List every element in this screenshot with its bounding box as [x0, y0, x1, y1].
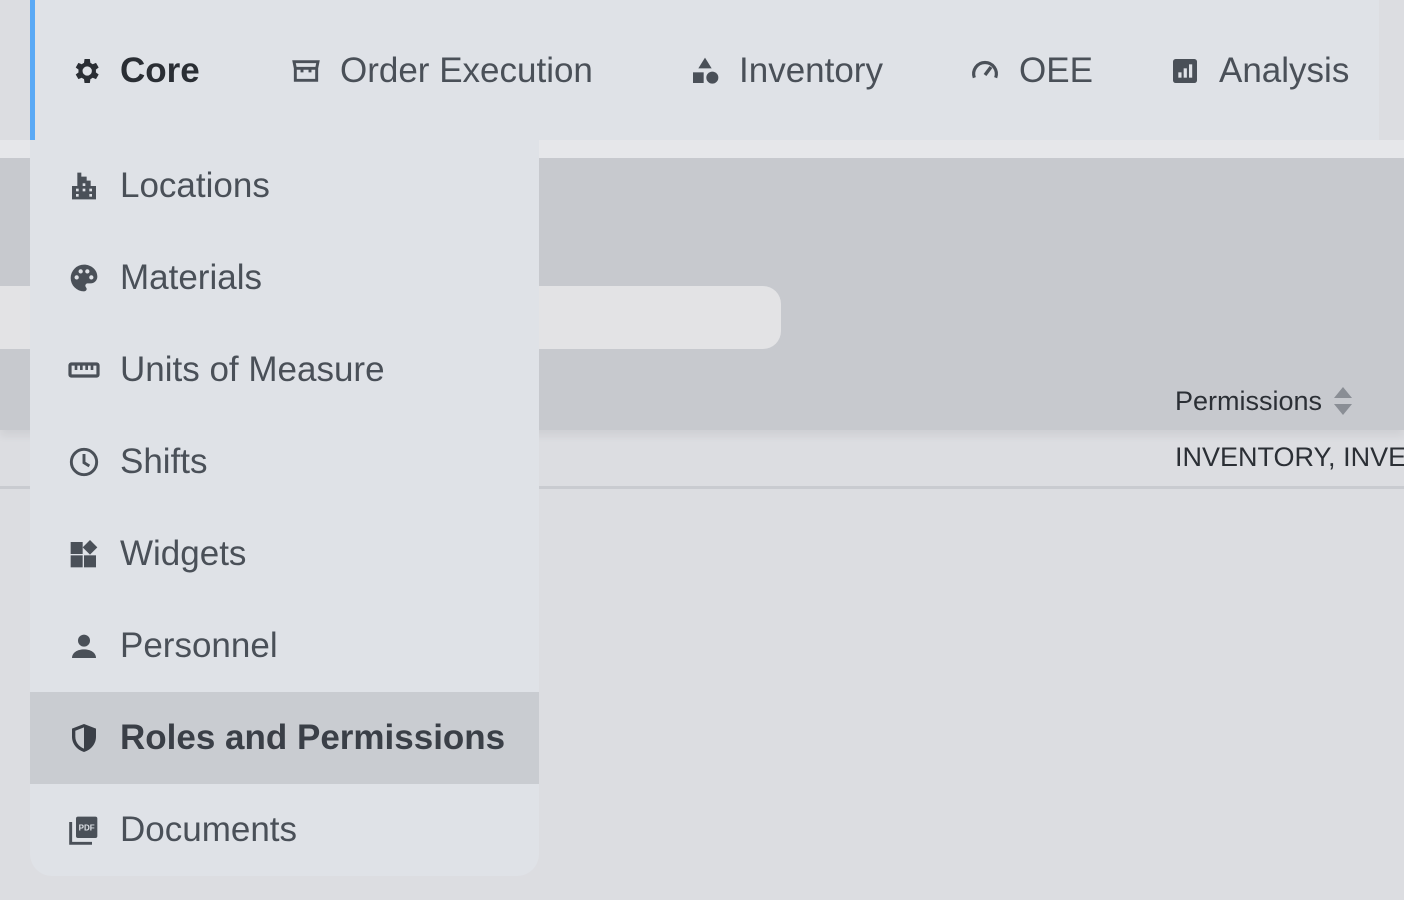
menu-item-shifts[interactable]: Shifts — [30, 416, 539, 508]
column-header-label: Permissions — [1175, 385, 1323, 416]
nav-tab-analysis[interactable]: Analysis — [1169, 44, 1349, 98]
menu-item-roles-and-permissions[interactable]: Roles and Permissions — [30, 692, 539, 784]
menu-item-label: Roles and Permissions — [120, 718, 506, 757]
palette-icon — [68, 262, 100, 294]
menu-item-label: Locations — [120, 166, 270, 205]
nav-tab-label: Analysis — [1219, 51, 1350, 90]
gear-icon — [70, 55, 102, 87]
nav-tab-label: OEE — [1019, 51, 1093, 90]
nav-tab-label: Order Execution — [340, 51, 593, 90]
speedometer-icon — [969, 55, 1001, 87]
permissions-cell: INVENTORY, INVENTORY — [1175, 442, 1404, 472]
menu-item-materials[interactable]: Materials — [30, 232, 539, 324]
ruler-icon — [68, 354, 100, 386]
nav-tab-oee[interactable]: OEE — [969, 44, 1093, 98]
menu-item-label: Widgets — [120, 534, 247, 573]
core-dropdown-menu: Locations Materials Units of Measure Shi… — [30, 140, 539, 876]
menu-item-label: Materials — [120, 258, 262, 297]
column-header-permissions[interactable]: Permissions — [1175, 383, 1354, 419]
storefront-icon — [290, 55, 322, 87]
menu-item-label: Shifts — [120, 442, 208, 481]
shapes-icon — [689, 55, 721, 87]
svg-text:PDF: PDF — [79, 824, 95, 833]
menu-item-personnel[interactable]: Personnel — [30, 600, 539, 692]
person-icon — [68, 630, 100, 662]
nav-tab-inventory[interactable]: Inventory — [689, 44, 883, 98]
menu-item-label: Units of Measure — [120, 350, 385, 389]
buildings-icon — [68, 170, 100, 202]
menu-item-widgets[interactable]: Widgets — [30, 508, 539, 600]
active-accent-bar — [30, 0, 35, 140]
menu-item-locations[interactable]: Locations — [30, 140, 539, 232]
nav-tab-label: Core — [120, 51, 200, 90]
sort-icon[interactable] — [1332, 385, 1354, 417]
nav-tab-core[interactable]: Core — [70, 44, 200, 98]
menu-item-documents[interactable]: PDF Documents — [30, 784, 539, 876]
pdf-icon: PDF — [68, 814, 100, 846]
nav-tab-label: Inventory — [739, 51, 883, 90]
shield-icon — [68, 722, 100, 754]
bar-chart-icon — [1169, 55, 1201, 87]
menu-item-units-of-measure[interactable]: Units of Measure — [30, 324, 539, 416]
menu-item-label: Documents — [120, 810, 298, 849]
menu-item-label: Personnel — [120, 626, 278, 665]
widgets-icon — [68, 538, 100, 570]
nav-tab-order-execution[interactable]: Order Execution — [290, 44, 593, 98]
clock-icon — [68, 446, 100, 478]
